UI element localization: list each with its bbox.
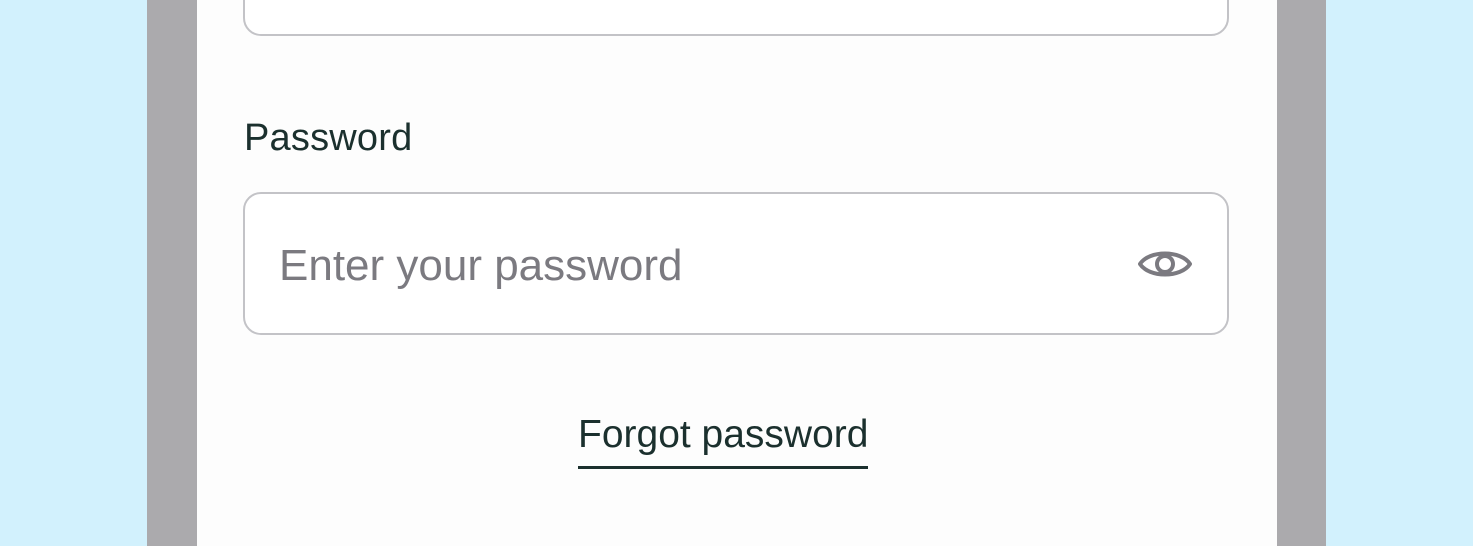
password-field-container[interactable] — [243, 192, 1229, 335]
show-password-toggle[interactable] — [1135, 238, 1195, 290]
previous-input-field[interactable] — [243, 0, 1229, 36]
password-input[interactable] — [279, 238, 1099, 294]
forgot-password-link[interactable]: Forgot password — [578, 410, 869, 469]
password-label: Password — [244, 117, 413, 159]
eye-icon — [1138, 251, 1192, 277]
